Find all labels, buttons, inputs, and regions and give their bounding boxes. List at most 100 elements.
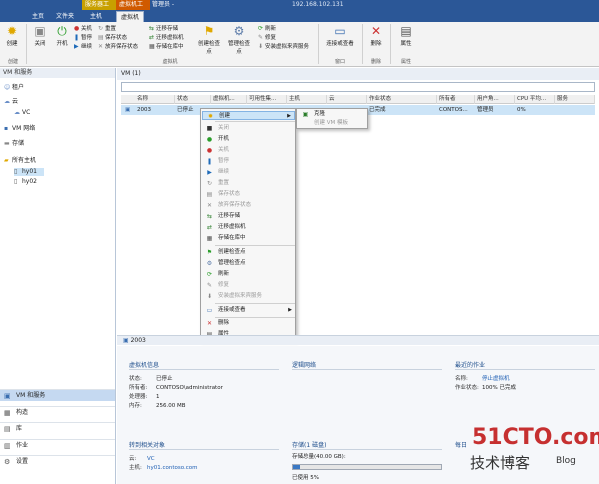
resume-icon: ▶ — [207, 169, 212, 176]
install-guest-services-button[interactable]: ⬇ 安装虚拟来宾服务 — [258, 43, 309, 51]
create-button[interactable]: ✹ 创建 — [2, 24, 22, 47]
tree-item-hy02[interactable]: ▯ hy02 — [14, 178, 37, 186]
search-input[interactable] — [121, 82, 595, 92]
cell-owner: CONTOS... — [439, 107, 468, 113]
repair-button[interactable]: ✎ 修复 — [258, 34, 276, 42]
checkpoint-icon: ⚑ — [203, 24, 215, 38]
reset-button[interactable]: ↻ 重置 — [98, 25, 116, 33]
migrate-storage-button[interactable]: ⇆ 迁移存储 — [149, 25, 178, 33]
column-header-status[interactable]: 状态 — [175, 95, 211, 104]
stop-button[interactable]: ● 关机 — [74, 25, 92, 33]
tree-item-all-hosts[interactable]: ▰ 所有主机 — [4, 157, 36, 165]
column-header-cloud[interactable]: 云 — [327, 95, 367, 104]
connect-viewer-button[interactable]: ▭ 连接或查看 — [322, 24, 358, 47]
delete-button[interactable]: ✕ 删除 — [366, 24, 386, 47]
tree-item-tenants[interactable]: ☺ 租户 — [4, 84, 24, 92]
menu-item-install-guest-services[interactable]: ⬇ 安装虚拟来宾服务 — [202, 292, 295, 301]
recent-job-link[interactable]: 停止虚拟机 — [482, 376, 510, 382]
save-state-button[interactable]: ▤保存状态 — [98, 34, 127, 42]
menu-item-migrate-storage[interactable]: ⇆ 迁移存储 — [202, 212, 295, 221]
column-header-availability[interactable]: 可用性集... — [247, 95, 287, 104]
submenu-arrow-icon: ▶ — [288, 307, 292, 313]
migrate-vm-button[interactable]: ⇄ 迁移虚拟机 — [149, 34, 184, 42]
menu-item-create[interactable]: ✹ 创建 ▶ — [202, 111, 295, 120]
column-header-vm[interactable]: 虚拟机... — [211, 95, 247, 104]
menu-item-create-checkpoint[interactable]: ⚑ 创建检查点 — [202, 248, 295, 257]
column-header-owner[interactable]: 所有者 — [437, 95, 475, 104]
migrate-vm-icon: ⇄ — [206, 224, 213, 231]
delete-icon: ✕ — [370, 24, 382, 38]
tree-item-hy01[interactable]: ▯ hy01 — [14, 168, 44, 176]
start-button[interactable]: ⏻ 开机 — [52, 24, 72, 47]
shutdown-button[interactable]: ▣ 关闭 — [30, 24, 50, 47]
properties-icon: ▤ — [400, 24, 412, 38]
cloud-icon: ☁ — [14, 109, 20, 116]
tree-item-storage[interactable]: ▬ 存储 — [4, 140, 24, 148]
cloud-link[interactable]: VC — [147, 456, 155, 462]
save-icon: ▤ — [206, 191, 213, 198]
cloud-icon: ☁ — [4, 98, 10, 105]
divider — [292, 369, 442, 370]
menu-item-manage-checkpoint[interactable]: ⚙ 管理检查点 — [202, 259, 295, 268]
context-tab-server-tools[interactable]: 服务器工具 — [82, 0, 116, 18]
nav-jobs[interactable]: ▥ 作业 — [0, 439, 115, 451]
menu-item-connect-viewer[interactable]: ▭ 连接或查看 ▶ — [202, 306, 295, 315]
host-link[interactable]: hy01.contoso.com — [147, 465, 198, 471]
store-library-button[interactable]: ▦存储在库中 — [149, 43, 184, 51]
logical-network-title: 逻辑网络 — [292, 362, 317, 369]
group-label-properties: 属性 — [400, 59, 411, 65]
menu-item-save-state[interactable]: ▤ 保存状态 — [202, 190, 295, 199]
menu-item-shutdown[interactable]: ■ 关闭 — [202, 124, 295, 133]
menu-item-migrate-vm[interactable]: ⇄ 迁移虚拟机 — [202, 223, 295, 232]
create-checkpoint-button[interactable]: ⚑ 创建检查点 — [196, 24, 222, 55]
menu-item-stop[interactable]: ● 关机 — [202, 146, 295, 155]
nav-vm-services[interactable]: ▣ VM 和服务 — [0, 389, 115, 401]
tab-host[interactable]: 主机 — [86, 11, 106, 22]
migrate-storage-icon: ⇆ — [206, 213, 213, 220]
resume-button[interactable]: ▶ 继续 — [74, 43, 92, 51]
properties-button[interactable]: ▤ 属性 — [396, 24, 416, 47]
related-cloud: 云: VC — [129, 456, 155, 462]
tree-item-clouds[interactable]: ☁ 云 — [4, 98, 18, 106]
menu-item-create-vm-template[interactable]: 创建 VM 模板 — [298, 119, 367, 128]
nav-settings[interactable]: ⚙ 设置 — [0, 455, 115, 467]
pause-button[interactable]: ❚ 暂停 — [74, 34, 92, 42]
column-header-job-status[interactable]: 作业状态 — [367, 95, 437, 104]
manage-checkpoint-button[interactable]: ⚙ 管理检查点 — [226, 24, 252, 55]
context-tab-vm-tools[interactable]: 虚拟机工具 — [116, 0, 150, 18]
nav-fabric[interactable]: ▦ 构造 — [0, 406, 115, 418]
discard-saved-state-button[interactable]: ✕ 放弃保存状态 — [98, 43, 138, 51]
nav-library[interactable]: ▤ 库 — [0, 422, 115, 434]
menu-item-clone[interactable]: ▣ 克隆 — [298, 110, 367, 119]
menu-item-discard-saved-state[interactable]: ✕ 放弃保存状态 — [202, 201, 295, 210]
column-header-cpu[interactable]: CPU 平均... — [515, 95, 555, 104]
tree-item-vc[interactable]: ☁ VC — [14, 109, 30, 117]
menu-item-refresh[interactable]: ⟳ 刷新 — [202, 270, 295, 279]
checkpoint-icon: ⚑ — [206, 249, 213, 256]
cell-status: 已停止 — [177, 107, 194, 113]
column-header-user-role[interactable]: 用户角... — [475, 95, 515, 104]
manage-checkpoint-icon: ⚙ — [206, 260, 213, 267]
menu-item-start[interactable]: ● 开机 — [202, 135, 295, 144]
column-header-service[interactable]: 服务 — [555, 95, 595, 104]
menu-item-delete[interactable]: ✕ 删除 — [202, 319, 295, 328]
column-header-name[interactable]: 名称 — [135, 95, 175, 104]
tab-virtual-machine[interactable]: 虚拟机 — [116, 11, 145, 22]
vm-icon: ▣ — [125, 107, 131, 113]
menu-item-resume[interactable]: ▶ 继续 — [202, 168, 295, 177]
vm-info-owner: 所有者: CONTOSO\administrator — [129, 385, 223, 391]
tab-home[interactable]: 主页 — [28, 11, 48, 22]
menu-item-reset[interactable]: ↻ 重置 — [202, 179, 295, 188]
column-header-host[interactable]: 主机 — [287, 95, 327, 104]
wrench-icon: ✎ — [206, 282, 213, 289]
menu-separator — [215, 317, 295, 318]
vm-icon: ▣ — [123, 337, 131, 344]
tab-folder[interactable]: 文件夹 — [52, 11, 78, 22]
refresh-button[interactable]: ⟳ 刷新 — [258, 25, 276, 33]
tree-item-vm-networks[interactable]: ▪ VM 网络 — [4, 125, 35, 133]
cell-user-role: 管理员 — [477, 107, 494, 113]
watermark-blog: Blog — [556, 456, 576, 466]
menu-item-repair[interactable]: ✎ 修复 — [202, 281, 295, 290]
menu-item-store-library[interactable]: ▦ 存储在库中 — [202, 234, 295, 243]
menu-item-pause[interactable]: ❚ 暂停 — [202, 157, 295, 166]
